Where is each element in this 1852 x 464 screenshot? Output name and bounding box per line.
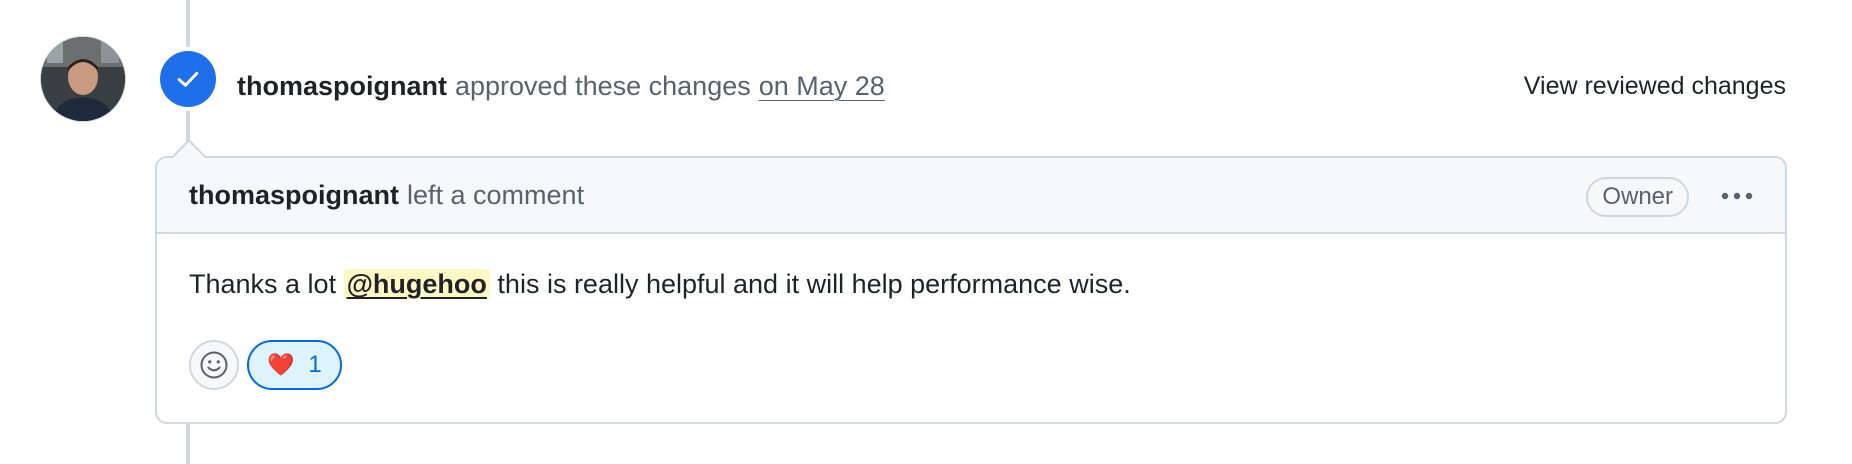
comment-header: thomaspoignant left a comment Owner [157, 158, 1785, 234]
comment-action-text: left a comment [407, 179, 585, 210]
approved-status-badge [160, 51, 216, 107]
reaction-count: 1 [308, 351, 322, 378]
comment-text-suffix: this is really helpful and it will help … [497, 269, 1131, 299]
review-author-link[interactable]: thomaspoignant [237, 66, 447, 106]
review-date-link[interactable]: on May 28 [759, 66, 885, 106]
avatar[interactable] [41, 37, 125, 121]
heart-reaction-button[interactable]: ❤️ 1 [247, 340, 342, 390]
comment-options-button[interactable] [1717, 182, 1757, 210]
avatar-image [41, 37, 125, 121]
owner-role-badge: Owner [1586, 177, 1689, 217]
smiley-icon [200, 351, 228, 379]
comment-body: Thanks a lot @hugehoo this is really hel… [157, 234, 1785, 304]
view-reviewed-changes-link[interactable]: View reviewed changes [1524, 66, 1786, 106]
comment-text-prefix: Thanks a lot [189, 269, 337, 299]
comment-author-link[interactable]: thomaspoignant [189, 180, 399, 211]
add-reaction-button[interactable] [189, 340, 239, 390]
reactions-bar: ❤️ 1 [189, 340, 342, 390]
user-mention-link[interactable]: @hugehoo [343, 269, 490, 299]
review-event-summary: thomaspoignant approved these changes on… [237, 66, 885, 106]
review-action-text: approved these changes [455, 71, 751, 101]
review-comment: thomaspoignant left a comment Owner Than… [155, 156, 1787, 424]
kebab-horizontal-icon [1721, 192, 1753, 200]
heart-icon: ❤️ [267, 352, 295, 377]
check-icon [177, 71, 199, 87]
